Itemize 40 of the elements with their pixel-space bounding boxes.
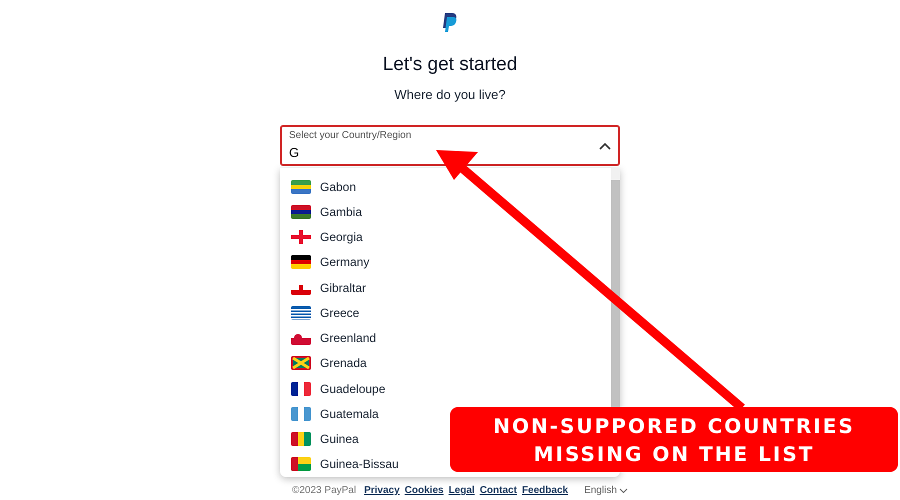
flag-icon [291, 204, 311, 219]
footer-link[interactable]: Contact [480, 483, 517, 498]
flag-icon [291, 180, 311, 194]
country-option[interactable]: Greece [291, 300, 364, 326]
chevron-down-icon [618, 488, 628, 494]
page-subheading: Where do you live? [394, 86, 506, 104]
flag-icon [291, 382, 311, 396]
country-option[interactable]: Guatemala [291, 401, 383, 426]
footer-link[interactable]: Feedback [522, 483, 568, 498]
country-select-field[interactable]: Select your Country/Region G [280, 125, 620, 166]
flag-icon [291, 255, 311, 270]
flag-icon [291, 331, 311, 346]
flag-icon [291, 356, 311, 370]
country-option[interactable]: Guadeloupe [291, 376, 390, 402]
copyright-text: ©2023 PayPal [292, 484, 356, 498]
country-option[interactable]: Georgia [291, 224, 367, 250]
callout-text: MISSING ON THE LIST [534, 440, 814, 468]
country-option[interactable]: Gambia [291, 199, 366, 224]
chevron-icon [599, 142, 611, 150]
field-label: Select your Country/Region [289, 130, 412, 143]
country-option[interactable]: Gibraltar [291, 275, 370, 300]
page-heading: Let's get started [382, 53, 518, 77]
footer-link[interactable]: Privacy [364, 483, 400, 498]
footer-link[interactable]: Cookies [404, 483, 444, 498]
country-option[interactable]: Guinea-Bissau [291, 452, 403, 477]
country-option[interactable]: Germany [291, 250, 374, 275]
country-option[interactable]: Gabon [291, 174, 360, 200]
logo-icon [442, 13, 458, 32]
callout-text: NON-SUPPORED COUNTRIES [493, 412, 855, 440]
field-value: G [289, 144, 300, 161]
country-option[interactable]: Grenada [291, 350, 371, 376]
flag-icon [291, 406, 311, 421]
flag-icon [291, 432, 311, 446]
country-option[interactable]: Guinea [291, 426, 363, 452]
language-selector[interactable]: English [584, 483, 628, 498]
flag-icon [291, 457, 311, 472]
flag-icon [291, 230, 311, 244]
footer-link[interactable]: Legal [448, 483, 475, 498]
country-option[interactable]: Greenland [291, 326, 380, 351]
flag-icon [291, 306, 311, 320]
